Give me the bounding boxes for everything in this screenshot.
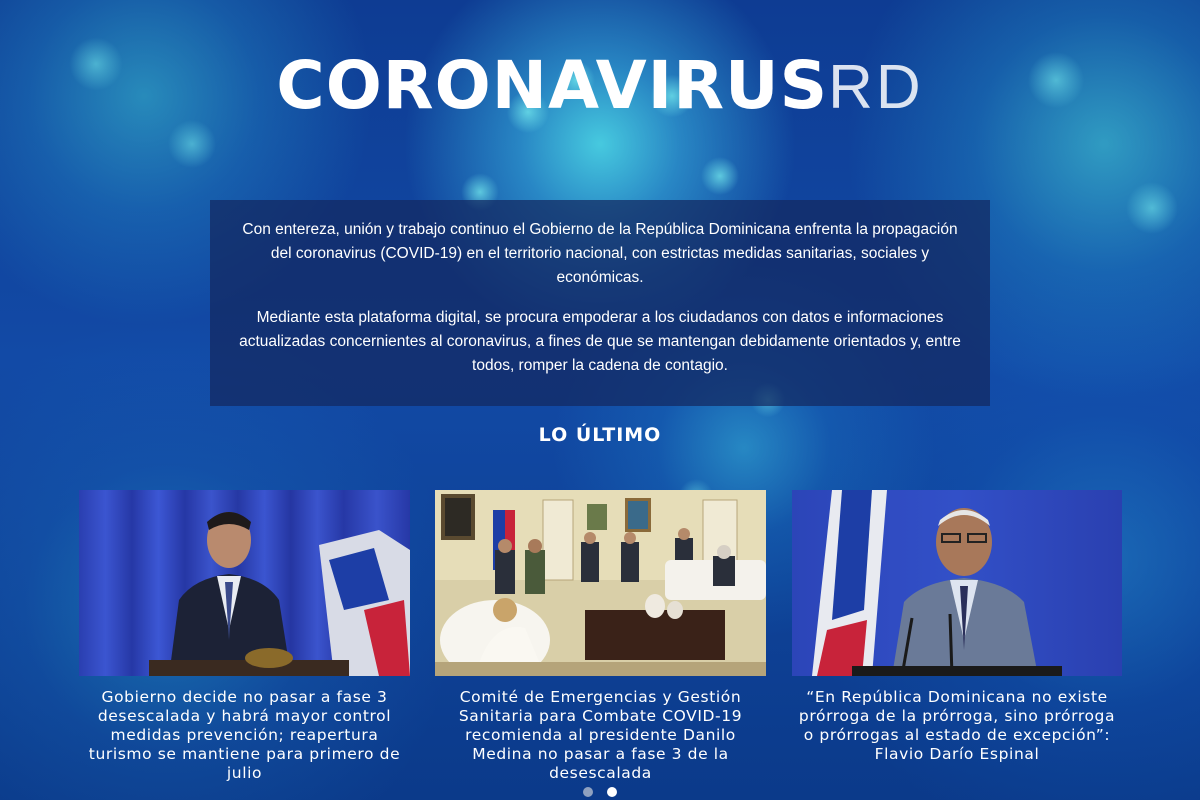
news-thumbnail[interactable]: [79, 490, 410, 676]
site-title: CORONAVIRUSRD: [0, 48, 1200, 126]
news-card[interactable]: Comité de Emergencias y Gestión Sanitari…: [435, 490, 766, 783]
news-card[interactable]: “En República Dominicana no existe prórr…: [792, 490, 1122, 764]
news-photo-speaker-podium: [79, 490, 410, 676]
latest-heading: LO ÚLTIMO: [538, 424, 662, 446]
intro-panel: Con entereza, unión y trabajo continuo e…: [210, 200, 990, 406]
news-headline-link[interactable]: Comité de Emergencias y Gestión Sanitari…: [435, 688, 766, 783]
news-card[interactable]: Gobierno decide no pasar a fase 3 desesc…: [79, 490, 410, 783]
intro-paragraph-1: Con entereza, unión y trabajo continuo e…: [242, 221, 958, 286]
news-thumbnail[interactable]: [435, 490, 766, 676]
news-headline-link[interactable]: “En República Dominicana no existe prórr…: [792, 688, 1122, 764]
intro-paragraph-2: Mediante esta plataforma digital, se pro…: [239, 309, 961, 374]
news-carousel: Gobierno decide no pasar a fase 3 desesc…: [79, 490, 1122, 783]
site-title-main: CORONAVIRUS: [276, 47, 829, 124]
carousel-dot-1[interactable]: [583, 787, 593, 797]
carousel-pagination: [0, 782, 1200, 797]
site-title-suffix: RD: [828, 53, 924, 122]
carousel-dot-2[interactable]: [607, 787, 617, 797]
news-photo-meeting-room: [435, 490, 766, 676]
news-thumbnail[interactable]: [792, 490, 1122, 676]
news-photo-speaker-glasses: [792, 490, 1122, 676]
news-headline-link[interactable]: Gobierno decide no pasar a fase 3 desesc…: [79, 688, 410, 783]
